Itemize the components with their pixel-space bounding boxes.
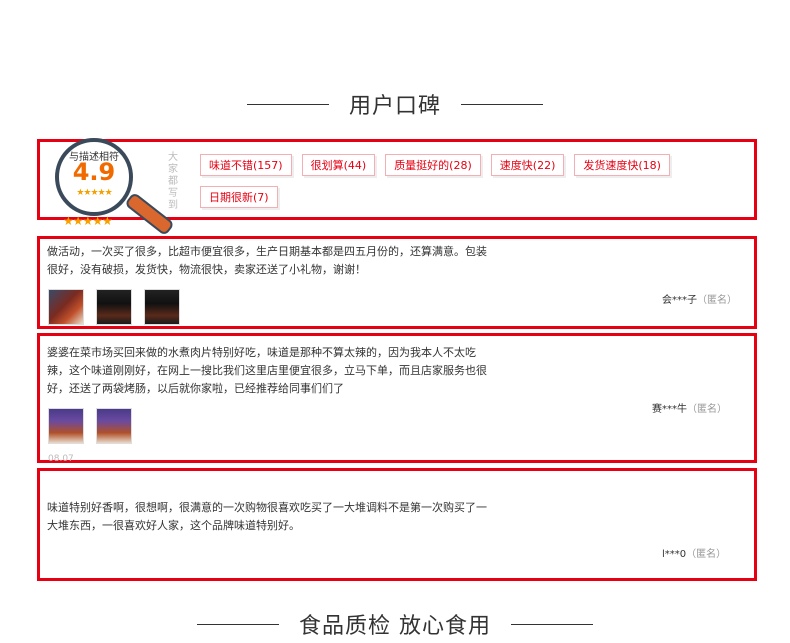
review-text: 味道特别好香啊，很想啊，很满意的一次购物很喜欢吃买了一大堆调料不是第一次购买了一…	[47, 501, 487, 532]
reviewer-name: 会***子	[662, 295, 697, 306]
reviewer: 会***子（匿名）	[662, 291, 737, 306]
anonymous-label: （匿名）	[686, 549, 727, 560]
review-card: 味道特别好香啊，很想啊，很满意的一次购物很喜欢吃买了一大堆调料不是第一次购买了一…	[37, 468, 757, 581]
review-photo[interactable]	[144, 289, 180, 325]
page-title: 用户口碑	[348, 94, 441, 119]
review-photos	[48, 289, 192, 325]
anonymous-label: （匿名）	[687, 404, 727, 415]
section-title-reviews: 用户口碑	[0, 88, 790, 120]
review-date: 08.07	[48, 454, 74, 464]
review-card: 婆婆在菜市场买回来做的水煮肉片特别好吃，味道是那种不算太辣的，因为我本人不太吃辣…	[37, 333, 757, 464]
reviewer-name: l***0	[662, 549, 687, 560]
reviewer-name: 赛***牛	[652, 404, 687, 415]
tags-heading: 大家都写到	[168, 152, 178, 211]
rating-summary: 与描述相符 4.9 ★★★★★ ★★★★★ 大家都写到 味道不错(157) 很划…	[37, 138, 757, 237]
review-text: 做活动，一次买了很多，比超市便宜很多，生产日期基本都是四五月份的，还算满意。包装…	[47, 245, 487, 276]
review-card: 做活动，一次买了很多，比超市便宜很多，生产日期基本都是四五月份的，还算满意。包装…	[37, 236, 757, 329]
review-text: 婆婆在菜市场买回来做的水煮肉片特别好吃，味道是那种不算太辣的，因为我本人不太吃辣…	[47, 346, 487, 395]
review-tag[interactable]: 速度快(22)	[490, 154, 565, 176]
reviewer: l***0（匿名）	[662, 545, 726, 560]
review-photo[interactable]	[96, 289, 132, 325]
divider-right	[461, 103, 543, 105]
section-heading: 食品质检 放心食用	[299, 614, 491, 639]
star-rating-icon: ★★★★★	[76, 188, 112, 198]
review-photo[interactable]	[96, 408, 132, 444]
anonymous-label: （匿名）	[697, 295, 737, 306]
star-rating-icon: ★★★★★	[63, 214, 113, 228]
section-title-quality: 食品质检 放心食用	[0, 608, 790, 640]
rating-score: 4.9	[72, 158, 116, 186]
review-tag[interactable]: 质量挺好的(28)	[385, 154, 481, 176]
review-photo[interactable]	[48, 408, 84, 444]
review-tag[interactable]: 很划算(44)	[301, 154, 376, 176]
review-photos	[48, 408, 144, 444]
review-tag[interactable]: 发货速度快(18)	[574, 154, 670, 176]
divider-left	[197, 623, 279, 625]
review-tags: 味道不错(157) 很划算(44) 质量挺好的(28) 速度快(22) 发货速度…	[200, 154, 740, 218]
magnifier-badge: 与描述相符 4.9 ★★★★★ ★★★★★	[55, 130, 205, 237]
review-photo[interactable]	[48, 289, 84, 325]
divider-left	[246, 103, 329, 105]
review-tag[interactable]: 日期很新(7)	[200, 186, 278, 208]
divider-right	[511, 623, 593, 625]
reviewer: 赛***牛（匿名）	[652, 400, 727, 415]
review-tag[interactable]: 味道不错(157)	[200, 154, 292, 176]
